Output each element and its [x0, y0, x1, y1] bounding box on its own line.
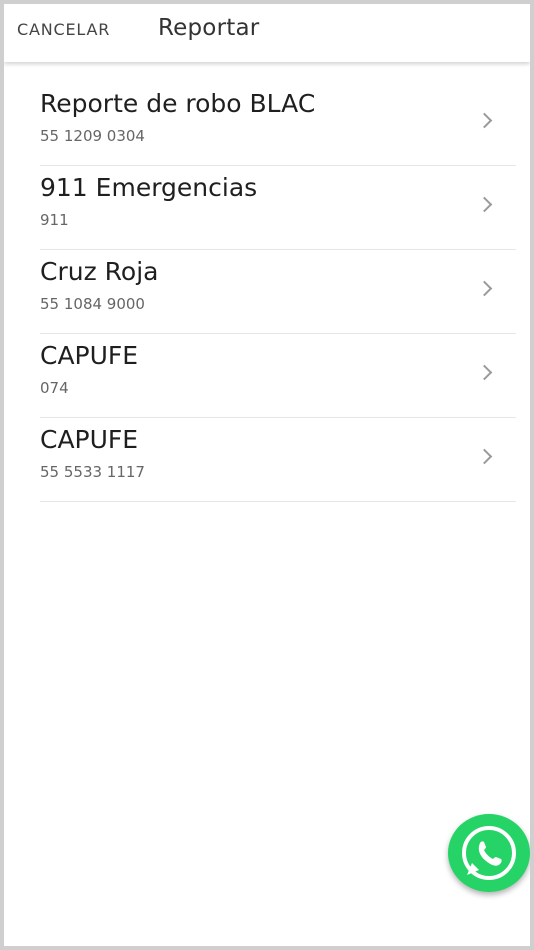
- cancel-button[interactable]: CANCELAR: [17, 20, 110, 39]
- top-bar: CANCELAR Reportar: [4, 4, 530, 62]
- contact-name: CAPUFE: [40, 341, 139, 370]
- list-item[interactable]: 911 Emergencias 911: [40, 166, 516, 250]
- contact-number: 55 1209 0304: [40, 127, 145, 145]
- chevron-right-icon: [476, 196, 493, 213]
- contact-number: 074: [40, 379, 69, 397]
- list-item[interactable]: CAPUFE 55 5533 1117: [40, 418, 516, 502]
- whatsapp-button[interactable]: [448, 814, 530, 892]
- contact-name: 911 Emergencias: [40, 173, 258, 202]
- contact-name: CAPUFE: [40, 425, 139, 454]
- list-item[interactable]: Reporte de robo BLAC 55 1209 0304: [40, 82, 516, 166]
- whatsapp-icon: [462, 826, 516, 880]
- app-screen: CANCELAR Reportar Reporte de robo BLAC 5…: [4, 4, 530, 946]
- chevron-right-icon: [476, 112, 493, 129]
- page-title: Reportar: [158, 15, 260, 41]
- list-item[interactable]: CAPUFE 074: [40, 334, 516, 418]
- list-item[interactable]: Cruz Roja 55 1084 9000: [40, 250, 516, 334]
- chevron-right-icon: [476, 280, 493, 297]
- contact-name: Cruz Roja: [40, 257, 159, 286]
- chevron-right-icon: [476, 364, 493, 381]
- contact-number: 55 5533 1117: [40, 463, 145, 481]
- contact-list: Reporte de robo BLAC 55 1209 0304 911 Em…: [40, 82, 516, 502]
- contact-number: 55 1084 9000: [40, 295, 145, 313]
- contact-name: Reporte de robo BLAC: [40, 89, 316, 118]
- contact-number: 911: [40, 211, 69, 229]
- chevron-right-icon: [476, 448, 493, 465]
